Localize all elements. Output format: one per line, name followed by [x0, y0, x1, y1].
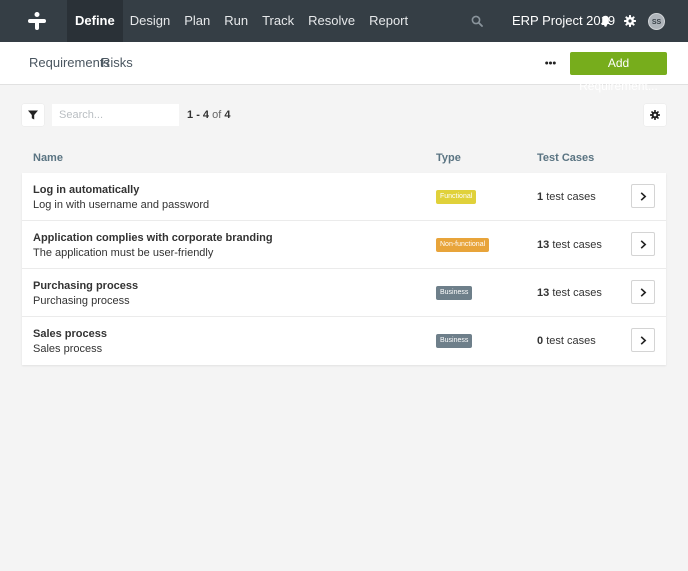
chevron-right-icon	[640, 288, 647, 297]
nav-item-run[interactable]: Run	[217, 0, 255, 42]
pagination-info: 1 - 4 of 4	[187, 109, 231, 121]
test-case-count: 1 test cases	[537, 191, 596, 203]
chevron-right-icon	[640, 192, 647, 201]
range-total: 4	[224, 109, 231, 121]
nav-item-plan[interactable]: Plan	[177, 0, 217, 42]
test-case-count: 13 test cases	[537, 287, 602, 299]
requirements-table: Log in automatically Log in with usernam…	[22, 173, 666, 365]
add-requirement-button[interactable]: Add Requirement...	[570, 52, 667, 93]
range-end: 4	[202, 109, 210, 121]
nav-item-define[interactable]: Define	[67, 0, 123, 42]
filter-button[interactable]	[22, 104, 44, 126]
tab-requirements[interactable]: Requirements	[29, 42, 110, 84]
search-input[interactable]	[52, 104, 179, 126]
open-requirement-button[interactable]	[631, 280, 655, 304]
table-row[interactable]: Purchasing process Purchasing process Bu…	[22, 269, 666, 317]
filter-icon	[28, 110, 38, 120]
avatar[interactable]: SS	[648, 13, 665, 30]
requirement-description: The application must be user-friendly	[33, 247, 214, 259]
open-requirement-button[interactable]	[631, 328, 655, 352]
range-of: of	[212, 109, 222, 121]
type-badge: Business	[436, 286, 473, 300]
nav-item-design[interactable]: Design	[123, 0, 177, 42]
requirement-title[interactable]: Purchasing process	[33, 280, 138, 292]
chevron-right-icon	[640, 336, 647, 345]
requirement-description: Sales process	[33, 343, 103, 355]
table-row[interactable]: Application complies with corporate bran…	[22, 221, 666, 269]
gear-icon	[650, 110, 660, 120]
table-settings-button[interactable]	[644, 104, 666, 126]
table-row[interactable]: Sales process Sales process Business 0 t…	[22, 317, 666, 365]
more-options-icon[interactable]	[545, 61, 556, 65]
top-navbar: Define Design Plan Run Track Resolve Rep…	[0, 0, 688, 42]
type-badge: Non-functional	[436, 238, 490, 252]
requirement-title[interactable]: Application complies with corporate bran…	[33, 232, 273, 244]
type-badge: Business	[436, 334, 473, 348]
requirement-title[interactable]: Sales process	[33, 328, 107, 340]
search-icon[interactable]	[471, 15, 483, 27]
test-case-count: 0 test cases	[537, 335, 596, 347]
main-nav: Define Design Plan Run Track Resolve Rep…	[67, 0, 415, 42]
nav-item-resolve[interactable]: Resolve	[301, 0, 362, 42]
gear-icon[interactable]	[624, 15, 636, 27]
chevron-right-icon	[640, 240, 647, 249]
column-header-test-cases[interactable]: Test Cases	[537, 152, 594, 164]
test-case-count: 13 test cases	[537, 239, 602, 251]
column-header-type[interactable]: Type	[436, 152, 461, 164]
column-header-name[interactable]: Name	[33, 152, 63, 164]
type-badge: Functional	[436, 190, 477, 204]
requirement-title[interactable]: Log in automatically	[33, 184, 139, 196]
open-requirement-button[interactable]	[631, 184, 655, 208]
logo-icon[interactable]	[28, 12, 46, 30]
range-start: 1	[187, 109, 194, 121]
tab-risks[interactable]: Risks	[101, 42, 133, 84]
bell-icon[interactable]	[600, 15, 611, 27]
nav-item-report[interactable]: Report	[362, 0, 415, 42]
requirement-description: Log in with username and password	[33, 199, 210, 211]
open-requirement-button[interactable]	[631, 232, 655, 256]
nav-item-track[interactable]: Track	[255, 0, 301, 42]
table-row[interactable]: Log in automatically Log in with usernam…	[22, 173, 666, 221]
requirement-description: Purchasing process	[33, 295, 130, 307]
